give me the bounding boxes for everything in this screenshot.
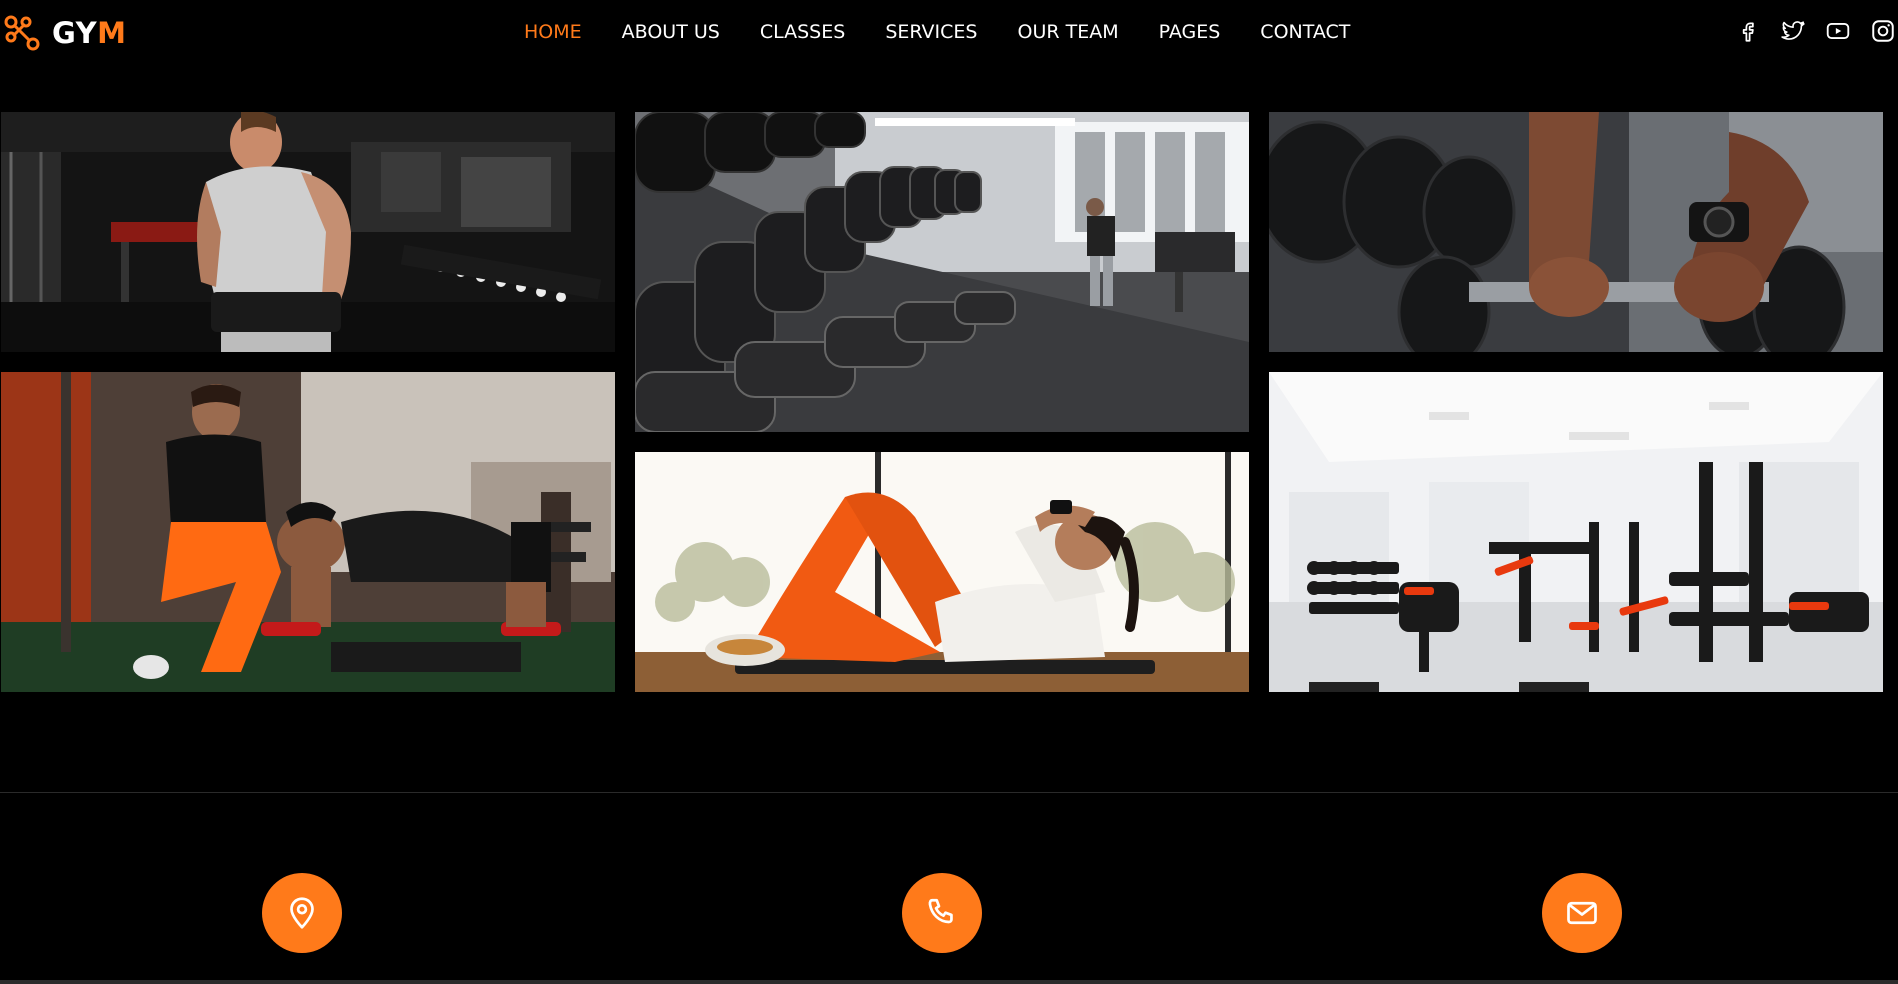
nav-item-our-team[interactable]: OUR TEAM (1017, 18, 1118, 46)
dumbbell-rack-photo (635, 112, 1249, 432)
nav-item-contact[interactable]: CONTACT (1260, 18, 1350, 46)
hands-gripping-dumbbell-photo (1269, 112, 1883, 352)
youtube-icon[interactable] (1825, 18, 1851, 44)
main-nav: HOME ABOUT US CLASSES SERVICES OUR TEAM … (524, 18, 1350, 46)
social-links (1735, 18, 1896, 44)
nav-item-about-us[interactable]: ABOUT US (622, 18, 720, 46)
trainer-assisting-pushups-photo (1, 372, 615, 692)
bright-gym-interior-photo (1269, 372, 1883, 692)
location-button[interactable] (262, 873, 342, 953)
footer-edge (0, 980, 1898, 984)
twitter-icon[interactable] (1780, 18, 1806, 44)
mail-icon (1567, 901, 1597, 925)
facebook-icon[interactable] (1735, 18, 1761, 44)
dumbbell-logo-icon (4, 15, 40, 51)
site-header: GYM HOME ABOUT US CLASSES SERVICES OUR T… (0, 0, 1898, 66)
nav-item-services[interactable]: SERVICES (885, 18, 977, 46)
brand-logo[interactable]: GYM (2, 12, 127, 54)
email-button[interactable] (1542, 873, 1622, 953)
phone-button[interactable] (902, 873, 982, 953)
brand-name: GYM (52, 15, 127, 50)
nav-item-pages[interactable]: PAGES (1159, 18, 1221, 46)
nav-item-classes[interactable]: CLASSES (760, 18, 845, 46)
instagram-icon[interactable] (1870, 18, 1896, 44)
woman-doing-crunches-photo (635, 452, 1249, 692)
section-divider (0, 792, 1898, 793)
location-pin-icon (290, 897, 314, 929)
phone-icon (928, 898, 953, 924)
man-with-lifting-belt-photo (1, 112, 615, 352)
nav-item-home[interactable]: HOME (524, 18, 582, 46)
